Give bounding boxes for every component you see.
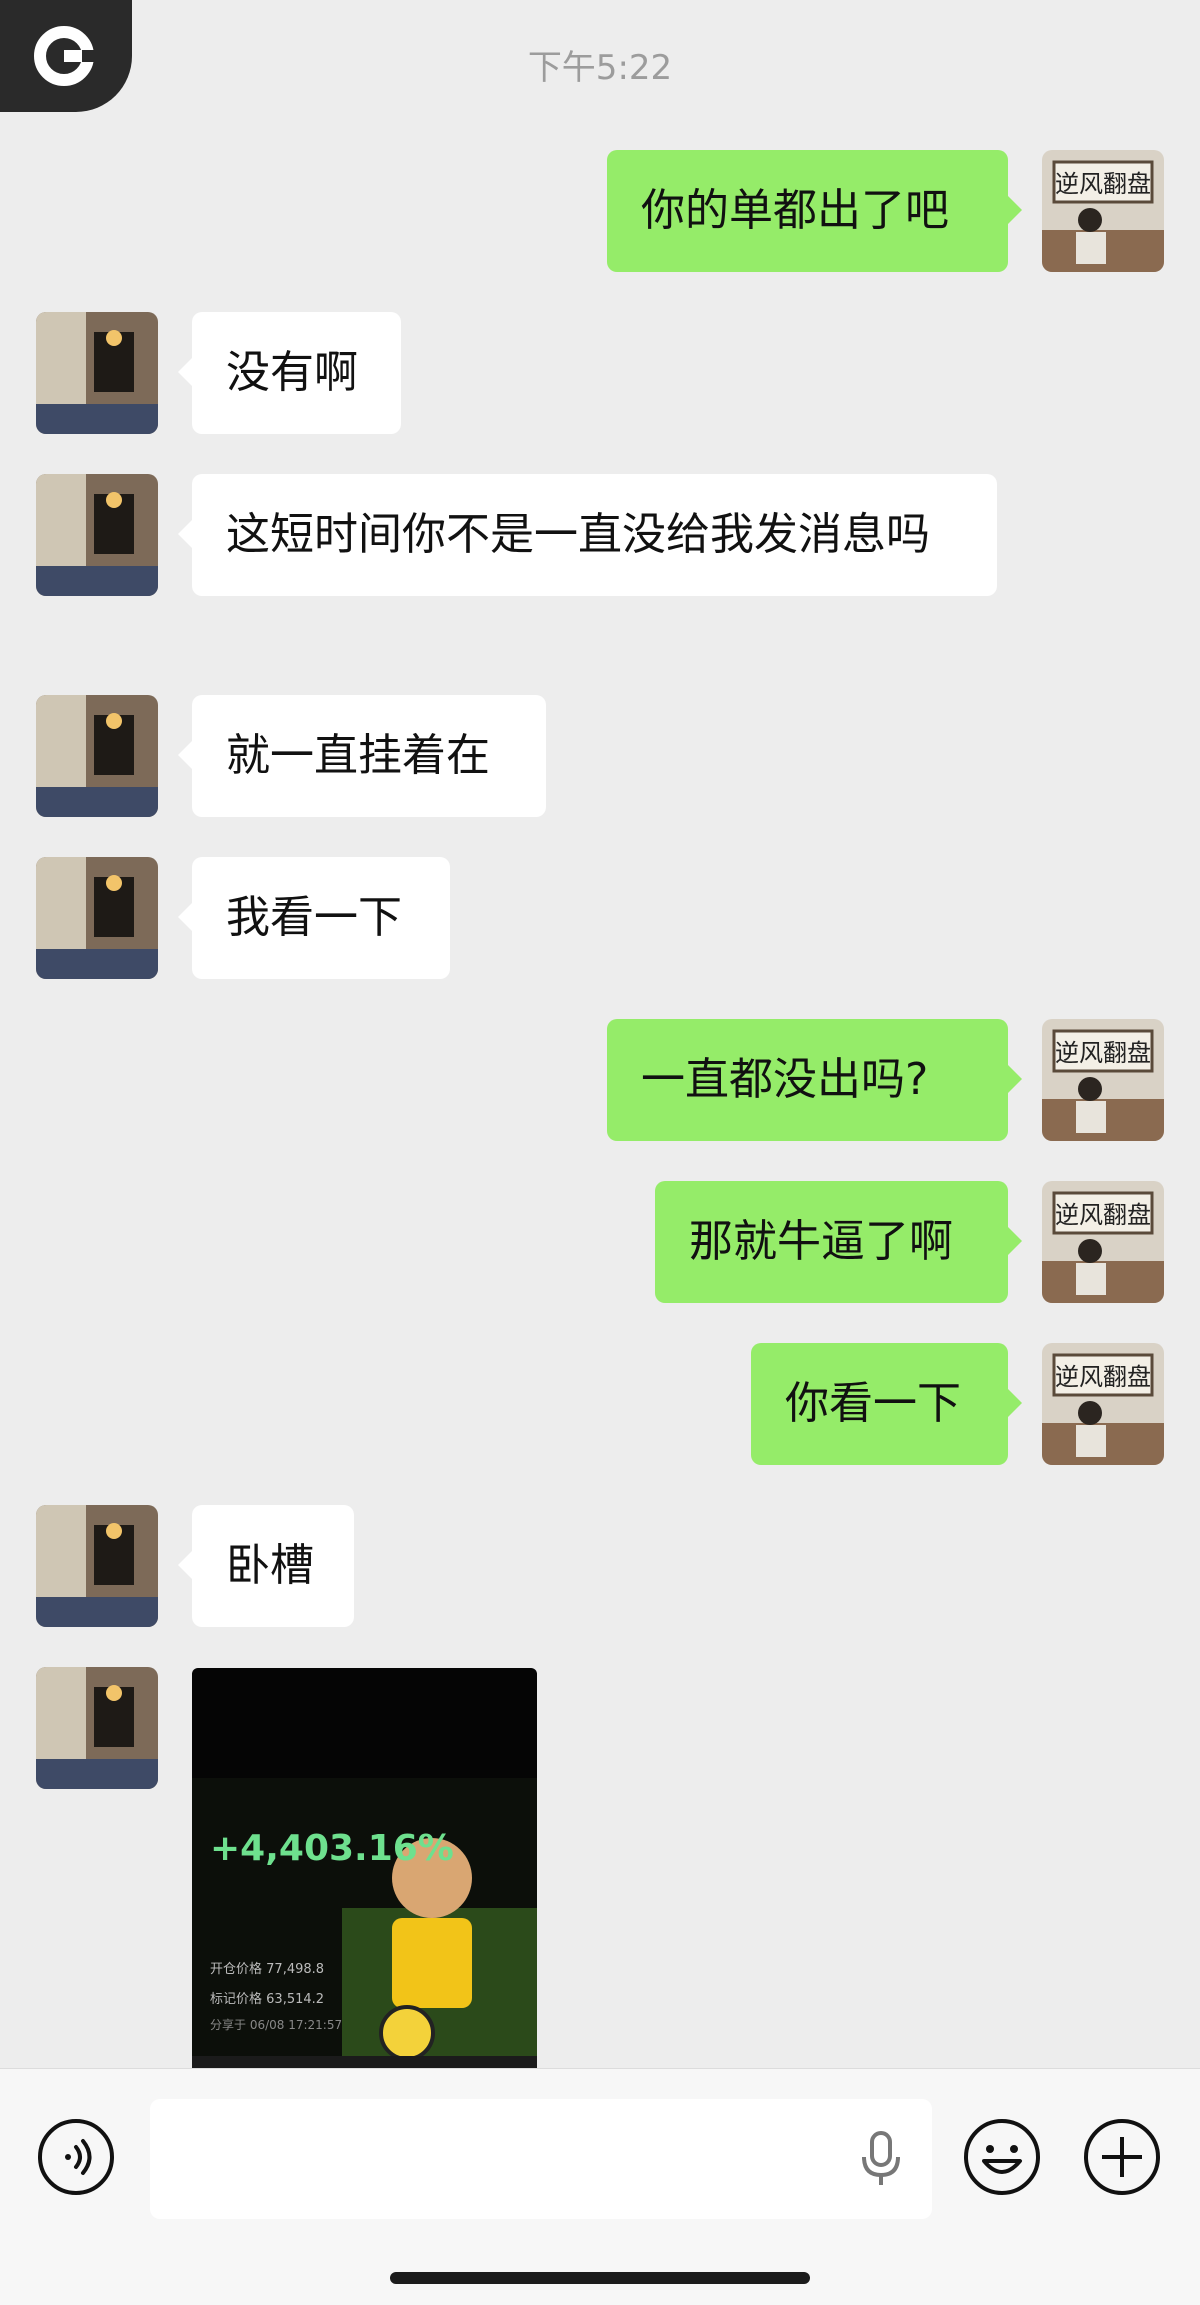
profit-percentage: +4,403.16% bbox=[210, 1828, 454, 1869]
image-message-screenshot[interactable]: +4,403.16% 开仓价格 77,498.8 标记价格 63,514.2 分… bbox=[192, 1668, 537, 2068]
open-price-row: 开仓价格 77,498.8 bbox=[210, 1958, 324, 1977]
message-bubble-outgoing[interactable]: 你看一下 bbox=[751, 1343, 1022, 1465]
voice-wave-icon bbox=[38, 2119, 114, 2195]
microphone-button[interactable] bbox=[856, 2131, 906, 2187]
contact-avatar[interactable] bbox=[36, 695, 158, 817]
more-actions-button[interactable] bbox=[1082, 2117, 1162, 2197]
emoji-button[interactable] bbox=[962, 2117, 1042, 2197]
message-bubble-incoming[interactable]: 我看一下 bbox=[178, 857, 450, 979]
my-avatar[interactable]: 逆风翻盘 bbox=[1042, 1019, 1164, 1141]
contact-avatar[interactable] bbox=[36, 1667, 158, 1789]
open-price-value: 77,498.8 bbox=[266, 1962, 325, 1977]
voice-input-button[interactable] bbox=[36, 2117, 116, 2197]
contact-avatar[interactable] bbox=[36, 474, 158, 596]
shared-time: 分享于 06/08 17:21:57 bbox=[210, 2018, 343, 2032]
message-bubble-incoming[interactable]: 没有啊 bbox=[178, 312, 401, 434]
plus-circle-icon bbox=[1084, 2119, 1160, 2195]
message-bubble-outgoing[interactable]: 你的单都出了吧 bbox=[607, 150, 1022, 272]
avatar-sign-text: 逆风翻盘 bbox=[1055, 170, 1151, 198]
smiley-icon bbox=[964, 2119, 1040, 2195]
message-bubble-incoming[interactable]: 这短时间你不是一直没给我发消息吗 bbox=[178, 474, 997, 596]
contact-avatar[interactable] bbox=[36, 1505, 158, 1627]
message-timestamp: 下午5:22 bbox=[527, 48, 673, 88]
message-bubble-incoming[interactable]: 就一直挂着在 bbox=[178, 695, 546, 817]
message-input[interactable] bbox=[150, 2099, 932, 2219]
mark-price-label: 标记价格 bbox=[210, 1992, 263, 2007]
my-avatar[interactable]: 逆风翻盘 bbox=[1042, 150, 1164, 272]
mark-price-value: 63,514.2 bbox=[266, 1992, 325, 2007]
contact-avatar[interactable] bbox=[36, 312, 158, 434]
my-avatar[interactable]: 逆风翻盘 bbox=[1042, 1181, 1164, 1303]
chat-input-bar bbox=[0, 2068, 1200, 2305]
avatar-sign-text: 逆风翻盘 bbox=[1055, 1039, 1151, 1067]
avatar-sign-text: 逆风翻盘 bbox=[1055, 1201, 1151, 1229]
home-indicator[interactable] bbox=[390, 2272, 810, 2284]
message-bubble-incoming[interactable]: 卧槽 bbox=[178, 1505, 354, 1627]
my-avatar[interactable]: 逆风翻盘 bbox=[1042, 1343, 1164, 1465]
message-bubble-outgoing[interactable]: 一直都没出吗? bbox=[607, 1019, 1022, 1141]
open-price-label: 开仓价格 bbox=[210, 1962, 263, 1977]
avatar-sign-text: 逆风翻盘 bbox=[1055, 1363, 1151, 1391]
contact-avatar[interactable] bbox=[36, 857, 158, 979]
mark-price-row: 标记价格 63,514.2 bbox=[210, 1988, 324, 2007]
microphone-icon bbox=[862, 2131, 900, 2185]
message-bubble-outgoing[interactable]: 那就牛逼了啊 bbox=[655, 1181, 1022, 1303]
